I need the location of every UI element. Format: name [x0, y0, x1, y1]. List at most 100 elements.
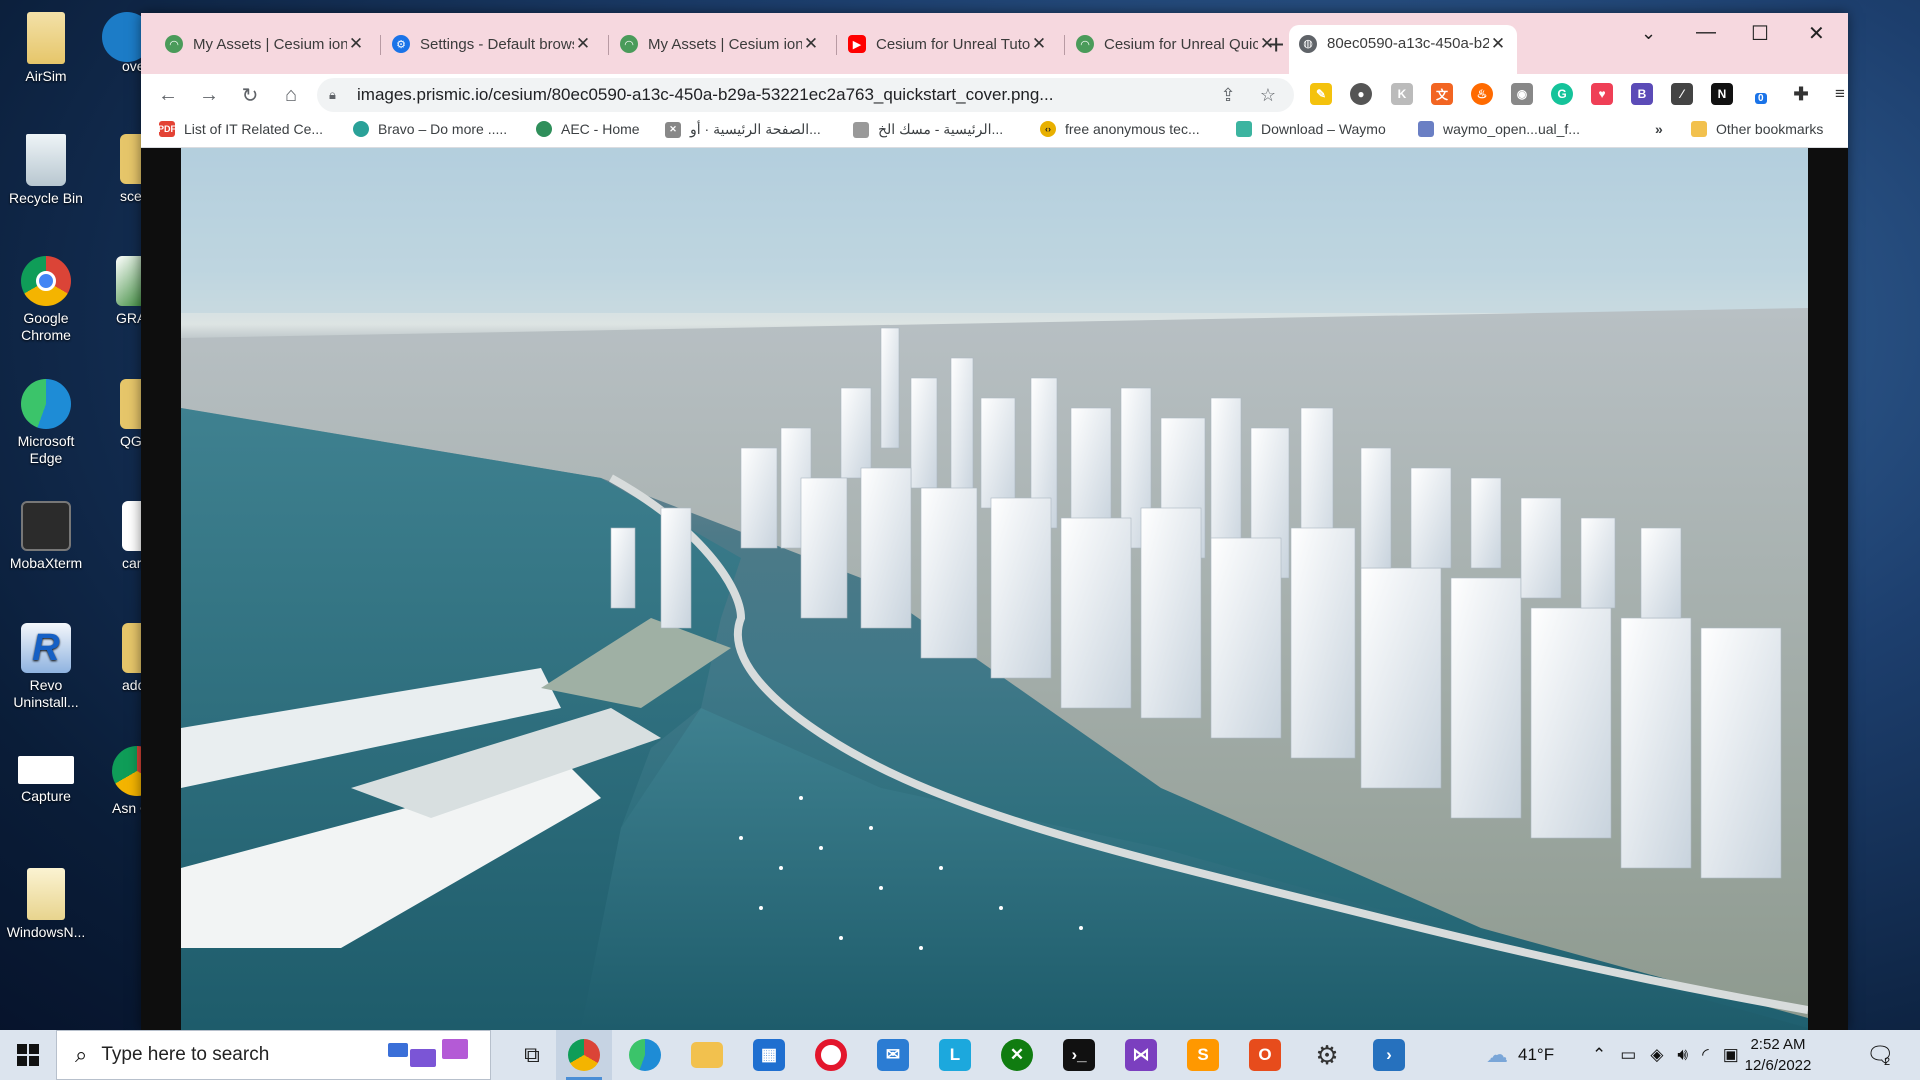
new-tab-button[interactable]: + [1268, 29, 1284, 61]
desktop-icon-chrome[interactable]: Google Chrome [0, 250, 92, 344]
desktop-icon-capture[interactable]: Capture [0, 750, 92, 805]
tab-settings[interactable]: ⚙ Settings - Default browser ✕ [382, 27, 602, 61]
tab-search-chevron-icon[interactable]: ⌄ [1641, 23, 1656, 44]
start-button[interactable] [0, 1030, 56, 1080]
bookmark-free-anonymous[interactable]: ‹› free anonymous tec... [1040, 121, 1200, 137]
reload-button[interactable]: ↻ [235, 80, 265, 110]
tab-strip: ◠ My Assets | Cesium ion ✕ ⚙ Settings - … [141, 13, 1848, 74]
globe-icon: ◍ [1299, 34, 1317, 53]
desktop-icon-airsim[interactable]: AirSim [0, 6, 92, 85]
home-button[interactable]: ⌂ [276, 80, 306, 110]
desktop-icon-edge[interactable]: Microsoft Edge [0, 373, 92, 467]
taskbar-file-explorer[interactable] [679, 1030, 735, 1080]
forward-button[interactable]: → [194, 80, 224, 110]
bookmarks-bar: PDF List of IT Related Ce... Bravo – Do … [141, 115, 1848, 148]
device-icon[interactable]: ▭ [1620, 1045, 1636, 1065]
address-url[interactable]: images.prismic.io/cesium/80ec0590-a13c-4… [357, 85, 1202, 105]
taskbar-search-box[interactable]: ⌕ Type here to search [56, 1030, 491, 1080]
desktop-icon-mobaxterm[interactable]: MobaXterm [0, 495, 92, 572]
taskbar-office[interactable]: O [1237, 1030, 1293, 1080]
close-icon[interactable]: ✕ [802, 34, 820, 54]
pdf-icon: PDF [158, 121, 176, 137]
back-button[interactable]: ← [153, 80, 183, 110]
extension-pocket-icon[interactable]: ♥ [1591, 83, 1613, 105]
browser-window: ◠ My Assets | Cesium ion ✕ ⚙ Settings - … [141, 13, 1848, 1030]
close-icon[interactable]: ✕ [1030, 34, 1048, 54]
taskbar-mail[interactable]: ✉ [865, 1030, 921, 1080]
chevron-up-icon[interactable]: ⌃ [1592, 1045, 1606, 1065]
bookmark-aec-home[interactable]: AEC - Home [536, 121, 640, 137]
tab-my-assets-1[interactable]: ◠ My Assets | Cesium ion ✕ [155, 27, 375, 61]
tab-cesium-quickstart[interactable]: ◠ Cesium for Unreal Quickstart ✕ [1066, 27, 1286, 61]
extension-badge-icon[interactable]: 0 [1751, 83, 1769, 105]
taskbar-store[interactable]: ▦ [741, 1030, 797, 1080]
bookmark-arabic-home[interactable]: ✕ الصفحة الرئيسية · أو... [665, 121, 821, 138]
extensions-puzzle-icon[interactable]: ✚ [1790, 83, 1812, 105]
bookmark-waymo-download[interactable]: Download – Waymo [1236, 121, 1386, 137]
terminal-icon: ›_ [1063, 1039, 1095, 1071]
extension-tomato-icon[interactable]: ● [1350, 83, 1372, 105]
visual-studio-icon: ⋈ [1125, 1039, 1157, 1071]
extension-translate-icon[interactable]: 文 [1431, 83, 1453, 105]
cesium-icon: ◠ [620, 35, 638, 53]
bookmark-waymo-open[interactable]: waymo_open...ual_f... [1418, 121, 1580, 137]
folder-icon [691, 1042, 723, 1068]
minimize-button[interactable]: — [1696, 21, 1716, 44]
tab-separator [1064, 35, 1065, 55]
share-icon[interactable]: ⇪ [1214, 85, 1242, 106]
media-control-icon[interactable]: ≡ [1829, 83, 1848, 105]
youtube-icon: ▶ [848, 35, 866, 53]
aerial-scene [181, 148, 1808, 1030]
desktop-icon-windowsn[interactable]: WindowsN... [0, 862, 92, 941]
extension-k-icon[interactable]: K [1391, 83, 1413, 105]
extension-camera-icon[interactable]: ◉ [1511, 83, 1533, 105]
extension-eyedropper-icon[interactable]: ⁄ [1671, 83, 1693, 105]
weather-cloud-icon: ☁ [1486, 1042, 1508, 1067]
volume-icon[interactable]: 🔊︎ [1677, 1045, 1688, 1065]
tab-youtube[interactable]: ▶ Cesium for Unreal Tutorial ✕ [838, 27, 1058, 61]
bookmark-bravo[interactable]: Bravo – Do more ..... [353, 121, 507, 137]
tab-active-image[interactable]: ◍ 80ec0590-a13c-450a-b29a ✕ [1289, 25, 1517, 74]
waymo-icon [1236, 121, 1252, 137]
bookmark-star-icon[interactable]: ☆ [1254, 85, 1282, 106]
other-bookmarks-folder[interactable]: Other bookmarks [1691, 121, 1823, 137]
address-bar[interactable]: 🔒︎ images.prismic.io/cesium/80ec0590-a13… [317, 78, 1294, 112]
wifi-icon[interactable]: ◜ [1702, 1045, 1709, 1065]
taskbar-sublime[interactable]: S [1175, 1030, 1231, 1080]
extension-highlighter-icon[interactable]: ✎ [1310, 83, 1332, 105]
notification-center-button[interactable]: 🗨︎ 2 [1866, 1030, 1894, 1080]
windows-icon [17, 1044, 39, 1066]
taskbar-terminal[interactable]: ›_ [1051, 1030, 1107, 1080]
close-icon[interactable]: ✕ [1489, 34, 1507, 54]
taskbar-visual-studio[interactable]: ⋈ [1113, 1030, 1169, 1080]
taskbar-edge[interactable] [617, 1030, 673, 1080]
task-view-button[interactable]: ⧉ [504, 1030, 560, 1080]
maximize-button[interactable]: ☐ [1751, 21, 1769, 46]
extension-fire-icon[interactable]: ♨ [1471, 83, 1493, 105]
extension-notion-icon[interactable]: N [1711, 83, 1733, 105]
extension-b-icon[interactable]: B [1631, 83, 1653, 105]
security-icon[interactable]: ◈ [1650, 1045, 1663, 1065]
close-icon[interactable]: ✕ [347, 34, 365, 54]
lock-icon: 🔒︎ [329, 87, 336, 102]
taskbar-clock[interactable]: 2:52 AM 12/6/2022 [1728, 1034, 1828, 1076]
tab-my-assets-2[interactable]: ◠ My Assets | Cesium ion ✕ [610, 27, 830, 61]
chicago-3d-aerial-image [181, 148, 1808, 1030]
extension-grammarly-icon[interactable]: G [1551, 83, 1573, 105]
close-window-button[interactable]: ✕ [1808, 21, 1825, 46]
bookmarks-overflow-button[interactable]: » [1655, 121, 1663, 137]
browser-toolbar: ← → ↻ ⌂ 🔒︎ images.prismic.io/cesium/80ec… [141, 74, 1848, 115]
taskbar-l-app[interactable]: L [927, 1030, 983, 1080]
taskbar-powershell[interactable]: › [1361, 1030, 1417, 1080]
bookmark-arabic-misk[interactable]: الرئيسية - مسك الخ... [853, 121, 1003, 138]
weather-widget[interactable]: ☁ 41°F [1486, 1030, 1554, 1080]
taskbar-settings[interactable]: ⚙ [1299, 1030, 1355, 1080]
bookmark-it-certs[interactable]: PDF List of IT Related Ce... [158, 121, 323, 137]
desktop-icon-recycle-bin[interactable]: Recycle Bin [0, 128, 92, 207]
desktop-icon-revo[interactable]: R Revo Uninstall... [0, 617, 92, 711]
taskbar-xbox[interactable]: ✕ [989, 1030, 1045, 1080]
desktop-icon-ove[interactable]: ove [102, 6, 142, 75]
taskbar-chrome[interactable] [556, 1030, 612, 1080]
close-icon[interactable]: ✕ [574, 34, 592, 54]
taskbar-opera[interactable] [803, 1030, 859, 1080]
